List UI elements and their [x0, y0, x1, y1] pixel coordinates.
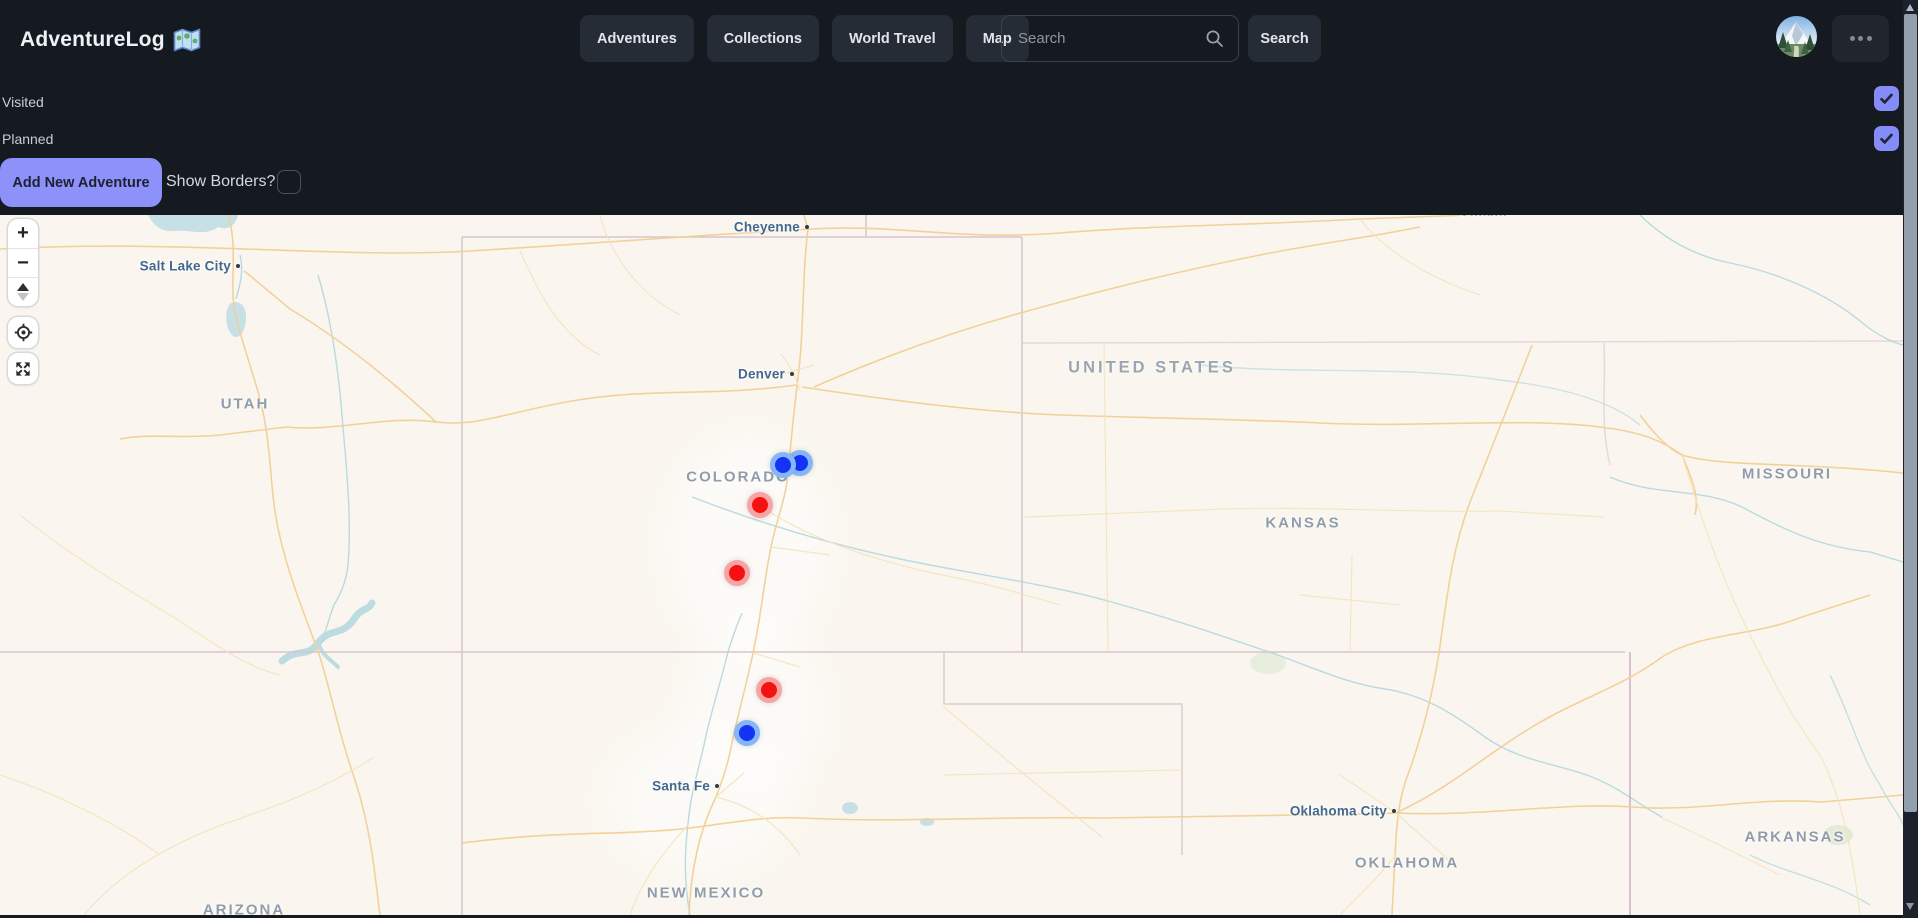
world-map-emoji-icon [173, 28, 201, 52]
nav-adventures[interactable]: Adventures [580, 15, 694, 62]
state-label-arizona: ARIZONA [203, 902, 285, 916]
scroll-up-arrow-icon[interactable] [1906, 4, 1914, 11]
city-label: Oklahoma City [1290, 804, 1387, 819]
fullscreen-button[interactable] [8, 353, 38, 384]
city-dot [236, 264, 240, 268]
compass-up-icon [17, 283, 29, 291]
compass-button[interactable] [8, 277, 38, 306]
user-avatar[interactable] [1776, 16, 1817, 57]
visited-checkbox[interactable] [1874, 86, 1899, 111]
search-button[interactable]: Search [1248, 15, 1321, 62]
city-dot [1392, 809, 1396, 813]
adventure-marker-planned[interactable] [770, 452, 796, 478]
state-label-utah: UTAH [221, 396, 270, 413]
city-label: Cheyenne [734, 220, 800, 235]
state-label-new-mexico: NEW MEXICO [647, 885, 765, 902]
geolocate-target-icon [14, 323, 33, 342]
scrollbar-thumb[interactable] [1904, 14, 1917, 812]
city-label: Salt Lake City [140, 259, 231, 274]
adventure-marker-planned[interactable] [734, 720, 760, 746]
city-label: Omaha [1459, 215, 1506, 219]
scroll-down-arrow-icon[interactable] [1906, 903, 1914, 910]
add-new-adventure-button[interactable]: Add New Adventure [0, 158, 162, 207]
city-dot [790, 372, 794, 376]
magnifier-icon [1205, 29, 1224, 48]
adventure-marker-visited[interactable] [756, 677, 782, 703]
adventure-marker-visited[interactable] [747, 492, 773, 518]
planned-filter-label: Planned [2, 131, 53, 147]
adventure-marker-visited[interactable] [724, 560, 750, 586]
show-borders-label: Show Borders? [166, 173, 275, 191]
compass-down-icon [17, 293, 29, 301]
check-icon [1878, 90, 1895, 107]
zoom-in-button[interactable]: + [8, 219, 38, 248]
check-icon [1878, 130, 1895, 147]
show-borders-checkbox[interactable] [277, 170, 301, 194]
country-label-united-states: UNITED STATES [1068, 359, 1236, 378]
state-label-missouri: MISSOURI [1742, 466, 1832, 483]
nav-items: AdventuresCollectionsWorld TravelMap [580, 15, 1029, 62]
state-label-arkansas: ARKANSAS [1744, 829, 1845, 846]
search-input[interactable] [1001, 15, 1239, 62]
planned-checkbox[interactable] [1874, 126, 1899, 151]
city-label: Santa Fe [652, 779, 710, 794]
nav-collections[interactable]: Collections [707, 15, 819, 62]
nav-world-travel[interactable]: World Travel [832, 15, 953, 62]
fullscreen-expand-icon [13, 359, 33, 379]
map-zoom-controls: + − [8, 219, 38, 306]
page-scrollbar[interactable] [1903, 0, 1918, 918]
ellipsis-icon [1850, 36, 1855, 41]
city-dot [715, 784, 719, 788]
map-canvas[interactable]: UNITED STATESUTAHCOLORADOKANSASMISSOURIO… [0, 215, 1903, 915]
map-base-art [0, 215, 1903, 915]
state-label-kansas: KANSAS [1265, 515, 1340, 532]
avatar-mountain-image [1776, 16, 1817, 57]
visited-filter-label: Visited [2, 94, 44, 110]
city-dot [805, 225, 809, 229]
city-label: Denver [738, 367, 785, 382]
overflow-menu-button[interactable] [1832, 15, 1889, 62]
state-label-oklahoma: OKLAHOMA [1355, 855, 1459, 872]
geolocate-button[interactable] [8, 317, 38, 348]
app-logo[interactable]: AdventureLog [20, 28, 201, 52]
zoom-out-button[interactable]: − [8, 248, 38, 277]
top-panel: AdventureLog Adventures Collections World … [0, 0, 1903, 215]
app-title: AdventureLog [20, 28, 165, 52]
